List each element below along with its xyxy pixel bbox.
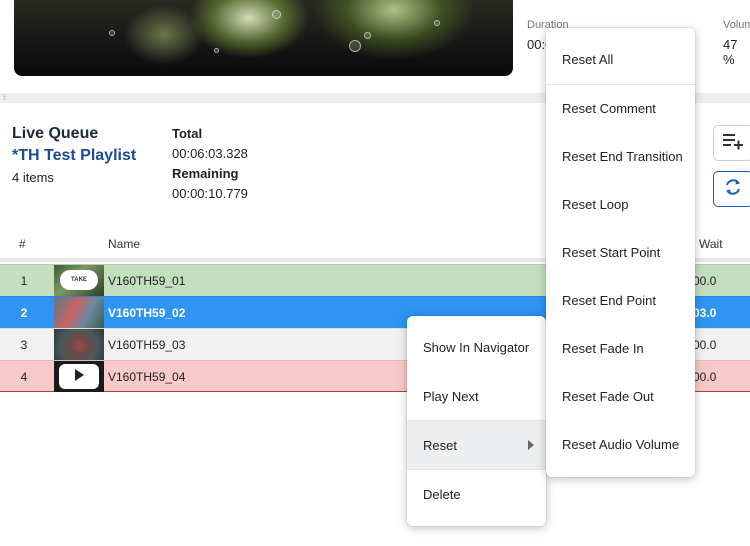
menu-item-reset-end-point[interactable]: Reset End Point bbox=[546, 276, 695, 324]
submenu-arrow-icon bbox=[528, 440, 534, 450]
row-wait: 00.0 bbox=[693, 274, 717, 288]
thumbnail bbox=[54, 329, 104, 360]
take-badge[interactable]: TAKE bbox=[60, 270, 98, 290]
sync-icon bbox=[723, 177, 743, 202]
menu-item-reset-fade-in[interactable]: Reset Fade In bbox=[546, 324, 695, 372]
menu-item-reset-start-point[interactable]: Reset Start Point bbox=[546, 228, 695, 276]
menu-item-show-in-navigator[interactable]: Show In Navigator bbox=[407, 323, 546, 372]
reset-submenu: Reset All Reset Comment Reset End Transi… bbox=[546, 28, 695, 477]
row-wait: 00.0 bbox=[693, 370, 717, 384]
thumbnail bbox=[54, 361, 104, 392]
row-number: 4 bbox=[20, 370, 28, 384]
thumbnail bbox=[54, 297, 104, 328]
bubble bbox=[349, 40, 361, 52]
menu-item-reset[interactable]: Reset bbox=[407, 421, 546, 469]
total-value: 00:06:03.328 bbox=[172, 146, 248, 161]
row-name: V160TH59_01 bbox=[108, 274, 186, 288]
grip-icon[interactable]: ⁞⁞ bbox=[3, 95, 6, 102]
bubble bbox=[214, 48, 219, 53]
menu-item-reset-all[interactable]: Reset All bbox=[546, 35, 695, 83]
volume-label: Volum bbox=[723, 19, 750, 31]
row-number: 1 bbox=[20, 274, 28, 288]
remaining-label: Remaining bbox=[172, 166, 239, 181]
row-name: V160TH59_03 bbox=[108, 338, 186, 352]
menu-item-reset-end-transition[interactable]: Reset End Transition bbox=[546, 132, 695, 180]
thumbnail: TAKE bbox=[54, 265, 104, 296]
menu-item-reset-loop[interactable]: Reset Loop bbox=[546, 180, 695, 228]
row-name: V160TH59_04 bbox=[108, 370, 186, 384]
sync-button[interactable] bbox=[713, 171, 750, 207]
play-icon bbox=[74, 368, 84, 386]
row-name: V160TH59_02 bbox=[108, 306, 186, 320]
items-count: 4 items bbox=[12, 170, 54, 185]
video-preview bbox=[14, 0, 513, 76]
total-label: Total bbox=[172, 126, 203, 141]
play-button[interactable] bbox=[59, 364, 99, 389]
row-number: 3 bbox=[20, 338, 28, 352]
menu-item-reset-fade-out[interactable]: Reset Fade Out bbox=[546, 372, 695, 420]
playlist-name[interactable]: *TH Test Playlist bbox=[12, 147, 136, 165]
volume-value: 47 % bbox=[723, 37, 738, 67]
row-wait: 03.0 bbox=[693, 306, 717, 320]
bubble bbox=[109, 30, 115, 36]
context-menu: Show In Navigator Play Next Reset Delete bbox=[407, 316, 546, 526]
queue-title: Live Queue bbox=[12, 125, 99, 142]
menu-item-reset-audio-volume[interactable]: Reset Audio Volume bbox=[546, 420, 695, 468]
menu-item-play-next[interactable]: Play Next bbox=[407, 372, 546, 420]
add-to-playlist-button[interactable] bbox=[713, 125, 750, 161]
playlist-add-icon bbox=[722, 132, 744, 155]
col-header-name[interactable]: Name bbox=[108, 237, 140, 251]
bubble bbox=[272, 10, 281, 19]
row-number: 2 bbox=[20, 306, 28, 320]
col-header-number[interactable]: # bbox=[19, 237, 26, 251]
bubble bbox=[364, 32, 371, 39]
col-header-wait[interactable]: Wait bbox=[699, 237, 723, 251]
row-wait: 00.0 bbox=[693, 338, 717, 352]
menu-item-delete[interactable]: Delete bbox=[407, 470, 546, 518]
remaining-value: 00:00:10.779 bbox=[172, 186, 248, 201]
bubble bbox=[434, 20, 440, 26]
menu-item-reset-comment[interactable]: Reset Comment bbox=[546, 84, 695, 132]
menu-item-reset-label: Reset bbox=[423, 437, 457, 453]
